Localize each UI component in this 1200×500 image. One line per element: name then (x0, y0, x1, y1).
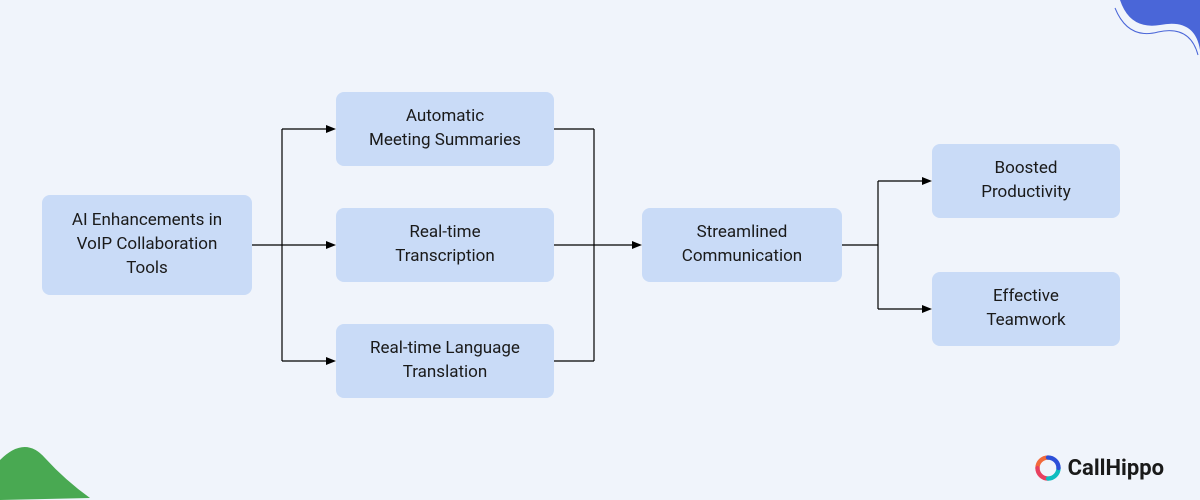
node-feature-1-label: Real-timeTranscription (395, 221, 494, 269)
node-feature-0: AutomaticMeeting Summaries (336, 92, 554, 166)
brand-icon (1034, 454, 1062, 482)
brand-logo: CallHippo (1034, 454, 1164, 482)
node-benefit-0: BoostedProductivity (932, 144, 1120, 218)
node-feature-2-label: Real-time LanguageTranslation (370, 337, 520, 385)
brand-name: CallHippo (1068, 456, 1164, 481)
connector-outcome-to-benefits (842, 144, 932, 346)
node-root: AI Enhancements in VoIP Collaboration To… (42, 195, 252, 295)
node-feature-1: Real-timeTranscription (336, 208, 554, 282)
node-outcome-label: StreamlinedCommunication (682, 221, 802, 269)
connector-features-to-outcome (554, 92, 642, 398)
decoration-top-right (1110, 0, 1200, 70)
node-benefit-1-label: EffectiveTeamwork (986, 285, 1065, 333)
node-feature-2: Real-time LanguageTranslation (336, 324, 554, 398)
node-benefit-1: EffectiveTeamwork (932, 272, 1120, 346)
connector-root-to-features (252, 92, 336, 398)
decoration-bottom-left (0, 440, 90, 500)
node-feature-0-label: AutomaticMeeting Summaries (369, 105, 521, 153)
node-root-label: AI Enhancements in VoIP Collaboration To… (58, 209, 236, 280)
node-benefit-0-label: BoostedProductivity (981, 157, 1071, 205)
node-outcome: StreamlinedCommunication (642, 208, 842, 282)
